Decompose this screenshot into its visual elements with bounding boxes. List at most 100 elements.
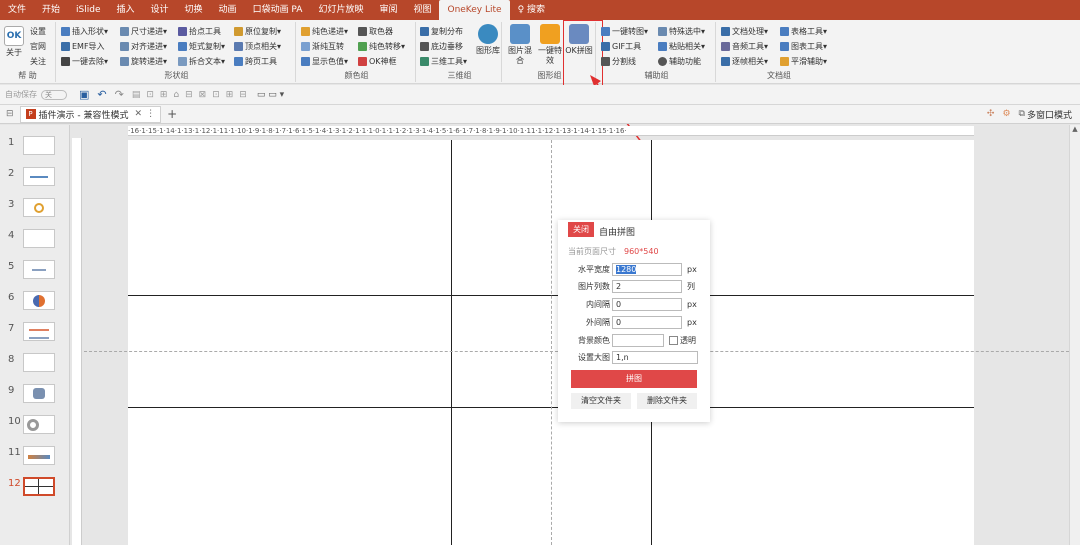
page-size-value: 960*540 [624, 246, 659, 256]
slide-preview [23, 353, 55, 372]
inner-gap-label: 内间隔 [586, 299, 610, 309]
slide-preview [23, 291, 55, 310]
slide-number: 9 [8, 385, 15, 396]
multi-window-label: 多窗口模式 [1026, 110, 1072, 121]
dialog-title: 自由拼图 [599, 228, 636, 238]
slide-thumb[interactable]: 4 [4, 226, 68, 250]
big-image-input[interactable]: 1,n [612, 350, 698, 364]
delete-folder-button[interactable]: 删除文件夹 [637, 393, 697, 409]
slide-number: 4 [8, 230, 15, 241]
slide-preview [23, 384, 55, 403]
slide-thumb[interactable]: 11 [4, 443, 68, 467]
outer-gap-label: 外间隔 [586, 317, 610, 327]
slide-number: 7 [8, 323, 15, 334]
slide-thumb[interactable]: 7 [4, 319, 68, 343]
vertical-ruler [72, 138, 82, 545]
slide-number: 6 [8, 292, 15, 303]
slide-preview [23, 198, 55, 217]
delete-label: 删除文件夹 [647, 396, 687, 405]
width-row: 水平宽度 1280 px [568, 262, 697, 276]
outer-gap-unit: px [687, 317, 697, 327]
multi-window-button[interactable]: ⧉ 多窗口模式 [1019, 108, 1072, 121]
guide-line[interactable] [551, 140, 552, 545]
ppt-icon: P [25, 109, 36, 119]
transparent-label: 透明 [680, 335, 696, 345]
clear-folder-button[interactable]: 清空文件夹 [571, 393, 631, 409]
slide-thumb[interactable]: 5 [4, 257, 68, 281]
cols-unit: 列 [687, 281, 695, 291]
undo-icon[interactable]: ↶ [97, 88, 106, 101]
slide-preview [23, 136, 55, 155]
slide-thumb[interactable]: 3 [4, 195, 68, 219]
slide-number: 3 [8, 199, 15, 210]
width-label: 水平宽度 [578, 264, 610, 274]
tab-menu-icon[interactable]: ⋮ [146, 109, 155, 119]
slide-thumb[interactable]: 1 [4, 133, 68, 157]
slide-number: 11 [8, 447, 21, 458]
toggle-label: 关 [45, 90, 52, 99]
puzzle-run-button[interactable]: 拼图 [571, 370, 697, 388]
qat-more-icon[interactable]: ▭ ▭ ▾ [257, 90, 284, 100]
close-label: 关闭 [573, 225, 589, 234]
gear-icon[interactable]: ⚙ [1002, 109, 1010, 119]
cols-label: 图片列数 [578, 281, 610, 291]
horizontal-ruler: ·16·1·15·1·14·1·13·1·12·1·11·1·10·1·9·1·… [128, 126, 974, 136]
puzzle-small-icon[interactable]: ✣ [987, 109, 995, 119]
vertical-scrollbar[interactable]: ▲ [1069, 125, 1080, 545]
slide-thumbnails: 1 2 3 4 5 6 7 8 9 10 11 12 [0, 125, 70, 545]
new-tab-icon[interactable]: + [167, 107, 177, 121]
redo-icon[interactable]: ↷ [115, 88, 124, 101]
slide-thumb[interactable]: 6 [4, 288, 68, 312]
cols-row: 图片列数 2 列 [568, 279, 695, 293]
scroll-up-icon[interactable]: ▲ [1070, 125, 1080, 133]
save-icon[interactable]: ▣ [79, 88, 89, 101]
autosave-toggle[interactable]: 关 [41, 89, 67, 100]
slide-preview [23, 415, 55, 434]
close-tab-icon[interactable]: ✕ [135, 109, 143, 119]
slide-canvas[interactable] [128, 140, 974, 545]
tab-list-icon[interactable]: ⊟ [6, 109, 14, 119]
slide-thumb[interactable]: 8 [4, 350, 68, 374]
window-icon: ⧉ [1018, 109, 1025, 119]
inner-gap-unit: px [687, 299, 697, 309]
quick-access-toolbar: 自动保存 关 ▣ ↶ ↷ ▤⊡⊞⌂⊟⊠⊡⊞⊟ ▭ ▭ ▾ [0, 85, 1080, 105]
slide-preview [23, 260, 55, 279]
ruler-ticks: ·16·1·15·1·14·1·13·1·12·1·11·1·10·1·9·1·… [128, 127, 627, 135]
width-value: 1280 [616, 264, 637, 274]
big-image-row: 设置大图 1,n [568, 350, 698, 364]
big-image-label: 设置大图 [578, 352, 610, 362]
slide-preview [23, 446, 55, 465]
outer-gap-input[interactable]: 0 [612, 315, 682, 329]
run-label: 拼图 [626, 374, 642, 383]
slide-number: 2 [8, 168, 15, 179]
slide-number: 12 [8, 478, 21, 489]
document-name: 插件演示 - 兼容性模式 [38, 110, 129, 121]
grid-line [451, 140, 452, 545]
bg-color-input[interactable] [612, 333, 664, 347]
width-unit: px [687, 264, 697, 274]
inner-gap-row: 内间隔 0 px [568, 297, 697, 311]
page-size-label: 当前页面尺寸 [568, 246, 616, 256]
bg-color-label: 背景颜色 [578, 335, 610, 345]
slide-preview [23, 322, 55, 341]
qat-tool-icons[interactable]: ▤⊡⊞⌂⊟⊠⊡⊞⊟ [132, 90, 253, 100]
transparent-checkbox[interactable] [669, 335, 678, 345]
slide-number: 10 [8, 416, 21, 427]
slide-thumb[interactable]: 9 [4, 381, 68, 405]
slide-number: 1 [8, 137, 15, 148]
inner-gap-input[interactable]: 0 [612, 297, 682, 311]
slide-preview [23, 167, 55, 186]
slide-number: 8 [8, 354, 15, 365]
slide-thumb-active[interactable]: 12 [4, 474, 68, 498]
cols-input[interactable]: 2 [612, 279, 682, 293]
slide-number: 5 [8, 261, 15, 272]
width-input[interactable]: 1280 [612, 262, 682, 276]
clear-label: 清空文件夹 [581, 396, 621, 405]
slide-thumb[interactable]: 10 [4, 412, 68, 436]
document-tab[interactable]: P 插件演示 - 兼容性模式 ✕ ⋮ [19, 105, 162, 123]
close-button[interactable]: 关闭 [568, 222, 594, 237]
slide-thumb[interactable]: 2 [4, 164, 68, 188]
document-tab-bar: ⊟ P 插件演示 - 兼容性模式 ✕ ⋮ + ✣ ⚙ ⧉ 多窗口模式 [0, 105, 1080, 124]
autosave-label: 自动保存 [5, 90, 37, 99]
outer-gap-row: 外间隔 0 px [568, 315, 697, 329]
